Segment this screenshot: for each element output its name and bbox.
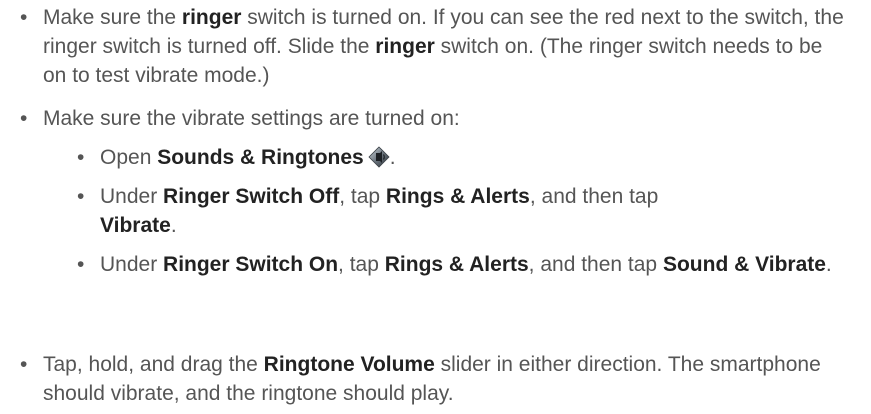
bullet: • xyxy=(20,353,28,376)
list-item-text: Under Ringer Switch On, tap Rings & Aler… xyxy=(100,253,832,276)
list-item-text: Make sure the ringer switch is turned on… xyxy=(43,6,844,87)
list-item-ringtone-volume: • Tap, hold, and drag the Ringtone Volum… xyxy=(20,350,850,408)
sub-list-item-ringer-on: • Under Ringer Switch On, tap Rings & Al… xyxy=(77,250,852,279)
bullet: • xyxy=(77,185,85,208)
rings-alerts-term: Rings & Alerts xyxy=(385,185,530,208)
bullet: • xyxy=(77,146,85,169)
list-item-vibrate-settings: • Make sure the vibrate settings are tur… xyxy=(20,104,850,133)
vibrate-term: Vibrate xyxy=(100,214,171,237)
list-item-text: Make sure the vibrate settings are turne… xyxy=(43,107,460,130)
sub-list-item-open-sounds: • Open Sounds & Ringtones. xyxy=(77,143,852,172)
ringer-term: ringer xyxy=(375,35,435,58)
sounds-ringtones-term: Sounds & Ringtones xyxy=(157,146,364,169)
bullet: • xyxy=(77,253,85,276)
ringer-switch-off-term: Ringer Switch Off xyxy=(163,185,340,208)
list-item-text: Tap, hold, and drag the Ringtone Volume … xyxy=(43,353,821,405)
sound-vibrate-term: Sound & Vibrate xyxy=(662,253,826,276)
rings-alerts-term: Rings & Alerts xyxy=(384,253,529,276)
list-item-text: Under Ringer Switch Off, tap Rings & Ale… xyxy=(100,185,659,237)
bullet: • xyxy=(20,107,28,130)
list-item-ringer-switch: • Make sure the ringer switch is turned … xyxy=(20,3,850,90)
sub-list-item-ringer-off: • Under Ringer Switch Off, tap Rings & A… xyxy=(77,182,852,240)
ringer-term: ringer xyxy=(181,6,242,29)
sounds-ringtones-icon xyxy=(368,146,390,168)
ringer-switch-on-term: Ringer Switch On xyxy=(163,253,339,276)
ringtone-volume-term: Ringtone Volume xyxy=(263,353,435,376)
bullet: • xyxy=(20,6,28,29)
list-item-text: Open Sounds & Ringtones. xyxy=(100,146,396,169)
